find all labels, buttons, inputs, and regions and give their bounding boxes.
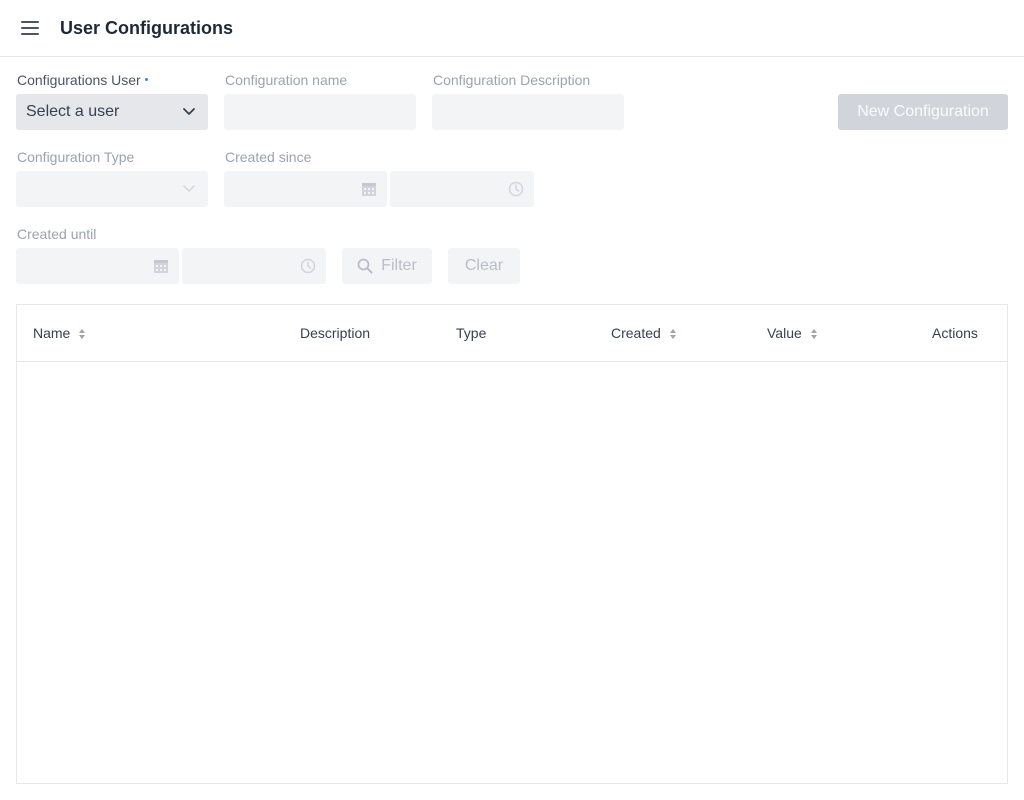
column-header-actions-label: Actions: [932, 325, 978, 341]
created-until-time-input[interactable]: [182, 248, 326, 284]
configuration-name-label: Configuration name: [225, 72, 348, 88]
column-header-name-label: Name: [33, 325, 71, 341]
configurations-user-label-text: Configurations User: [17, 72, 141, 88]
top-bar: User Configurations: [0, 0, 1024, 57]
configurations-user-label: Configurations User: [17, 72, 148, 89]
clock-icon[interactable]: [508, 181, 524, 197]
column-header-name[interactable]: Name: [33, 325, 86, 342]
calendar-icon[interactable]: [153, 258, 169, 274]
column-header-value-label: Value: [767, 325, 802, 341]
sort-icon: [810, 328, 817, 339]
calendar-icon[interactable]: [361, 181, 377, 197]
column-header-description-label: Description: [300, 325, 371, 341]
filter-button[interactable]: Filter: [342, 248, 432, 284]
column-header-description: Description: [300, 325, 370, 342]
column-header-created-label: Created: [611, 325, 661, 341]
clock-icon[interactable]: [300, 258, 316, 274]
column-header-type-label: Type: [456, 325, 487, 341]
configuration-description-label: Configuration Description: [433, 72, 591, 88]
new-configuration-button[interactable]: New Configuration: [838, 94, 1008, 130]
column-header-created[interactable]: Created: [611, 325, 677, 342]
configuration-type-label: Configuration Type: [17, 149, 135, 165]
user-select[interactable]: Select a user: [16, 94, 208, 130]
table-header: Name Description Type Created Value Acti…: [17, 305, 1007, 362]
configuration-name-input[interactable]: [224, 94, 416, 130]
created-since-label: Created since: [225, 149, 312, 165]
configuration-description-input[interactable]: [432, 94, 624, 130]
search-icon: [357, 258, 373, 274]
user-select-value: Select a user: [26, 103, 120, 120]
page-title: User Configurations: [60, 18, 234, 38]
table-body: [17, 362, 1007, 783]
column-header-actions: Actions: [932, 325, 978, 342]
created-since-time-input[interactable]: [390, 171, 534, 207]
required-indicator: [144, 78, 148, 82]
configuration-type-select[interactable]: [16, 171, 208, 207]
chevron-down-icon: [183, 108, 195, 115]
column-header-value[interactable]: Value: [767, 325, 818, 342]
created-until-date-input[interactable]: [16, 248, 179, 284]
chevron-down-icon: [183, 185, 195, 192]
hamburger-menu-icon[interactable]: [19, 17, 41, 39]
configurations-table: Name Description Type Created Value Acti…: [16, 304, 1008, 784]
sort-icon: [669, 328, 676, 339]
filter-button-label: Filter: [381, 257, 417, 274]
created-until-label: Created until: [17, 226, 97, 242]
column-header-type: Type: [456, 325, 486, 342]
created-since-date-input[interactable]: [224, 171, 387, 207]
sort-icon: [79, 328, 86, 339]
clear-button[interactable]: Clear: [448, 248, 520, 284]
